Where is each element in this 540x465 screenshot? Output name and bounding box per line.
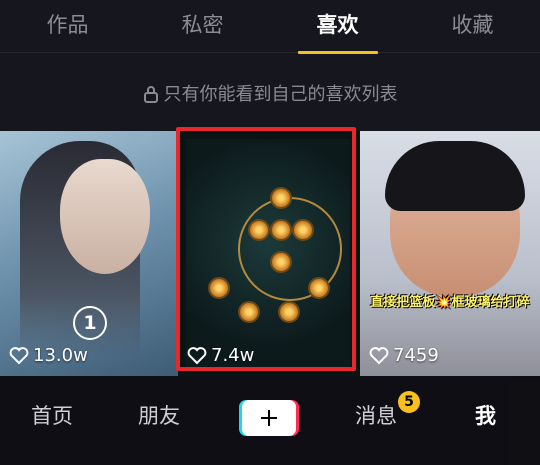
tab-favorites[interactable]: 收藏 <box>405 0 540 52</box>
messages-badge: 5 <box>398 391 420 413</box>
tab-likes[interactable]: 喜欢 <box>270 0 405 54</box>
bottom-nav: 首页 朋友 消息 我 <box>0 376 540 465</box>
create-plus-button[interactable] <box>242 400 296 436</box>
video-thumbnail-3[interactable]: 直接把篮板💥框玻璃给打碎 7459 <box>360 131 540 376</box>
heart-icon <box>369 346 389 364</box>
like-count-value: 7459 <box>393 345 439 366</box>
order-badge: 1 <box>73 306 107 340</box>
liked-video-grid: 1 13.0w 7.4w 直接把篮板💥框玻璃给打碎 7459 <box>0 131 540 376</box>
heart-icon <box>9 346 29 364</box>
video-thumbnail-2[interactable]: 7.4w <box>178 131 360 376</box>
game-screenshot <box>186 139 350 368</box>
thumbnail-art <box>385 141 525 211</box>
like-count: 7459 <box>369 345 439 366</box>
heart-icon <box>187 346 207 364</box>
tab-works[interactable]: 作品 <box>0 0 135 52</box>
nav-me[interactable]: 我 <box>475 400 496 430</box>
like-count-value: 7.4w <box>211 345 255 366</box>
like-count: 7.4w <box>187 345 254 366</box>
video-thumbnail-1[interactable]: 1 13.0w <box>0 131 178 376</box>
video-caption: 直接把篮板💥框玻璃给打碎 <box>370 295 530 310</box>
like-count: 13.0w <box>9 345 88 366</box>
tab-private[interactable]: 私密 <box>135 0 270 52</box>
nav-messages[interactable]: 消息 <box>355 400 397 430</box>
lock-icon <box>143 86 158 103</box>
thumbnail-art <box>60 159 150 274</box>
privacy-note-text: 只有你能看到自己的喜欢列表 <box>163 84 398 105</box>
privacy-note: 只有你能看到自己的喜欢列表 <box>0 80 540 106</box>
profile-tabs: 作品 私密 喜欢 收藏 <box>0 0 540 54</box>
nav-home[interactable]: 首页 <box>31 400 73 430</box>
like-count-value: 13.0w <box>33 345 88 366</box>
nav-friends[interactable]: 朋友 <box>138 400 180 430</box>
